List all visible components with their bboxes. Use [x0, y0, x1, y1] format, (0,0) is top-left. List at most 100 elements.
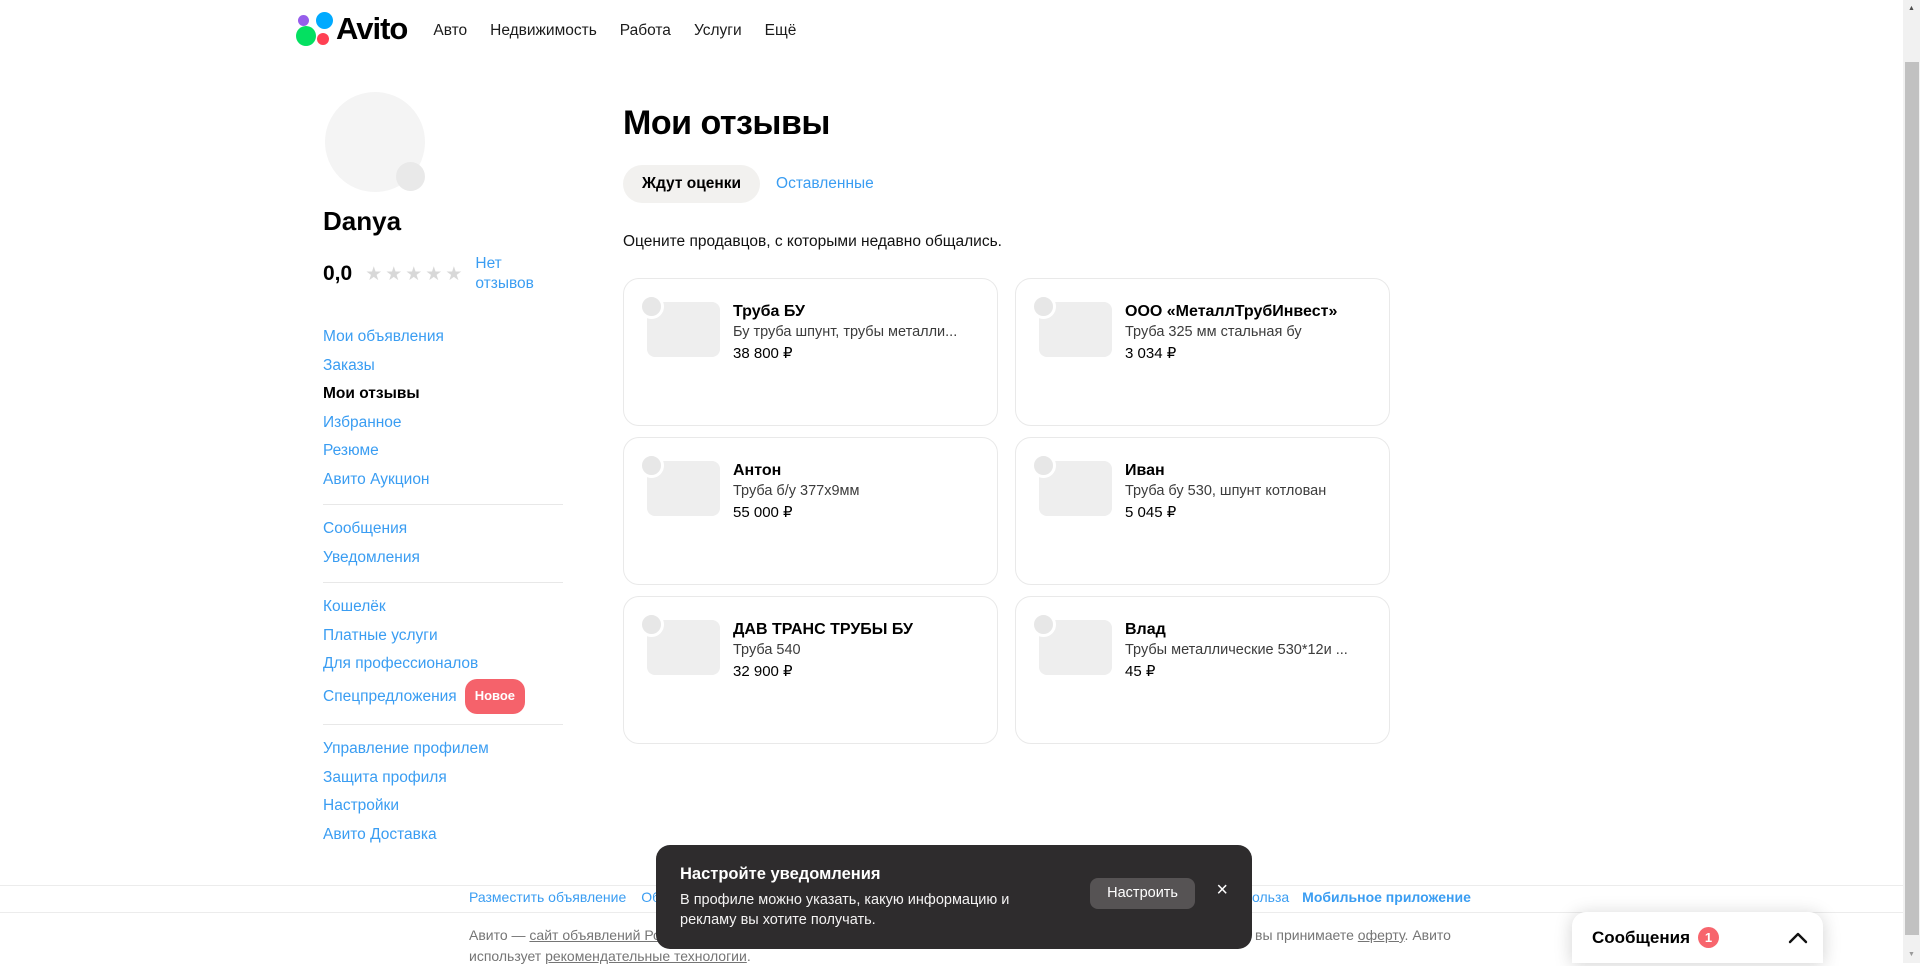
sidebar-item-orders[interactable]: Заказы: [323, 352, 563, 381]
sidebar-item-profile-protection[interactable]: Защита профиля: [323, 764, 563, 793]
notifications-toast: Настройте уведомления В профиле можно ук…: [656, 845, 1252, 949]
seller-name: Влад: [1125, 621, 1166, 638]
reviews-tabs: Ждут оценки Оставленные: [623, 165, 1393, 203]
nav-item-auto[interactable]: Авто: [433, 22, 467, 40]
new-badge: Новое: [464, 678, 526, 714]
avito-logo-icon: [296, 11, 333, 48]
legal-link-recommendation-tech[interactable]: рекомендательные технологии: [545, 948, 747, 964]
sidebar-item-for-professionals[interactable]: Для профессионалов: [323, 650, 563, 679]
avatar-status-icon: [396, 162, 425, 191]
review-cards-grid: Труба БУ Бу труба шпунт, трубы металли...…: [623, 278, 1393, 744]
seller-avatar-icon: [639, 453, 664, 478]
item-description: Труба 325 мм стальная бу: [1125, 324, 1302, 340]
item-thumbnail: [1031, 612, 1112, 675]
sidebar-item-messages[interactable]: Сообщения: [323, 515, 563, 544]
seller-avatar-icon: [1031, 294, 1056, 319]
review-card[interactable]: Антон Труба б/у 377х9мм 55 000 ₽: [623, 437, 998, 585]
sidebar-item-auction[interactable]: Авито Аукцион: [323, 466, 563, 495]
legal-text: Авито —: [469, 927, 530, 943]
footer-links-right: ольза Мобильное приложение: [1252, 889, 1471, 905]
rating-stars-icon: ★★★★★: [365, 263, 466, 285]
footer-legal-right: вы принимаете оферту. Авито: [1255, 925, 1451, 946]
nav-item-realty[interactable]: Недвижимость: [490, 22, 597, 40]
item-price: 32 900 ₽: [733, 663, 793, 680]
item-thumbnail: [639, 612, 720, 675]
chevron-up-icon[interactable]: [1788, 932, 1808, 944]
item-price: 5 045 ₽: [1125, 504, 1177, 521]
seller-name: Труба БУ: [733, 303, 805, 320]
seller-name: Антон: [733, 462, 782, 479]
subtitle: Оцените продавцов, с которыми недавно об…: [623, 233, 1002, 250]
seller-name: Иван: [1125, 462, 1165, 479]
scroll-down-arrow-icon[interactable]: ▼: [1903, 946, 1920, 963]
tab-left-reviews[interactable]: Оставленные: [772, 165, 878, 203]
footer-link-safety[interactable]: ольза: [1252, 889, 1289, 905]
review-card[interactable]: Иван Труба бу 530, шпунт котлован 5 045 ₽: [1015, 437, 1390, 585]
profile-sidebar: Danya 0,0 ★★★★★ Нет отзывов Мои объявлен…: [323, 92, 563, 849]
item-thumbnail: [1031, 294, 1112, 357]
avito-logo[interactable]: Avito: [296, 11, 408, 48]
item-thumbnail: [639, 453, 720, 516]
sidebar-item-paid-services[interactable]: Платные услуги: [323, 622, 563, 651]
sidebar-divider: [323, 504, 563, 505]
item-description: Труба б/у 377х9мм: [733, 483, 860, 499]
seller-name: ДАВ ТРАНС ТРУБЫ БУ: [733, 621, 913, 638]
sidebar-item-favorites[interactable]: Избранное: [323, 409, 563, 438]
unread-count-badge: 1: [1697, 927, 1719, 948]
item-price: 45 ₽: [1125, 663, 1156, 680]
profile-name: Danya: [323, 206, 402, 236]
item-thumbnail: [639, 294, 720, 357]
avatar[interactable]: [325, 92, 425, 192]
tab-awaiting-rating[interactable]: Ждут оценки: [623, 165, 761, 203]
item-thumbnail: [1031, 453, 1112, 516]
sidebar-menu: Мои объявления Заказы Мои отзывы Избранн…: [323, 323, 563, 849]
legal-text: вы принимаете: [1255, 927, 1358, 943]
review-card[interactable]: ООО «МеталлТрубИнвест» Труба 325 мм сталь…: [1015, 278, 1390, 426]
footer-link-post-ad[interactable]: Разместить объявление: [469, 889, 626, 905]
legal-text: использует: [469, 947, 546, 964]
item-description: Труба бу 530, шпунт котлован: [1125, 483, 1327, 499]
sidebar-item-my-ads[interactable]: Мои объявления: [323, 323, 563, 352]
item-price: 3 034 ₽: [1125, 345, 1177, 362]
footer-link-mobile-app[interactable]: Мобильное приложение: [1302, 889, 1471, 905]
legal-link-offer[interactable]: оферту: [1358, 927, 1405, 943]
sidebar-item-resume[interactable]: Резюме: [323, 437, 563, 466]
sidebar-item-label: Спецпредложения: [323, 687, 457, 705]
logo-text: Avito: [336, 11, 408, 46]
review-card[interactable]: Влад Трубы металлические 530*12и ... 45 ₽: [1015, 596, 1390, 744]
sidebar-divider: [323, 582, 563, 583]
sidebar-item-special-offers[interactable]: Спецпредложения Новое: [323, 678, 563, 714]
legal-text: .: [746, 947, 751, 964]
review-card[interactable]: ДАВ ТРАНС ТРУБЫ БУ Труба 540 32 900 ₽: [623, 596, 998, 744]
sidebar-item-notifications[interactable]: Уведомления: [323, 544, 563, 573]
seller-avatar-icon: [639, 612, 664, 637]
sidebar-item-wallet[interactable]: Кошелёк: [323, 593, 563, 622]
sidebar-item-my-reviews[interactable]: Мои отзывы: [323, 380, 563, 409]
main-content: Мои отзывы Ждут оценки Оставленные Оцени…: [623, 0, 1393, 744]
messenger-widget[interactable]: Сообщения 1: [1572, 912, 1823, 963]
scroll-up-arrow-icon[interactable]: ▲: [1903, 0, 1920, 17]
item-description: Трубы металлические 530*12и ...: [1125, 642, 1348, 658]
seller-avatar-icon: [639, 294, 664, 319]
rating-row: 0,0 ★★★★★ Нет отзывов: [323, 254, 563, 294]
seller-avatar-icon: [1031, 453, 1056, 478]
item-price: 55 000 ₽: [733, 504, 793, 521]
scrollbar-thumb[interactable]: [1905, 62, 1919, 935]
sidebar-item-settings[interactable]: Настройки: [323, 792, 563, 821]
item-price: 38 800 ₽: [733, 345, 793, 362]
toast-configure-button[interactable]: Настроить: [1090, 878, 1195, 909]
no-reviews-link[interactable]: Нет отзывов: [475, 254, 547, 294]
page-title: Мои отзывы: [623, 104, 830, 142]
toast-body: В профиле можно указать, какую информаци…: [680, 892, 1010, 928]
sidebar-divider: [323, 724, 563, 725]
sidebar-item-profile-management[interactable]: Управление профилем: [323, 735, 563, 764]
scrollbar[interactable]: ▲ ▼: [1903, 0, 1920, 963]
sidebar-item-delivery[interactable]: Авито Доставка: [323, 821, 563, 850]
item-description: Бу труба шпунт, трубы металли...: [733, 324, 958, 340]
rating-value: 0,0: [323, 262, 353, 285]
review-card[interactable]: Труба БУ Бу труба шпунт, трубы металли...…: [623, 278, 998, 426]
close-icon[interactable]: ×: [1208, 875, 1236, 906]
seller-avatar-icon: [1031, 612, 1056, 637]
item-description: Труба 540: [733, 642, 801, 658]
legal-text: . Авито: [1404, 927, 1451, 943]
